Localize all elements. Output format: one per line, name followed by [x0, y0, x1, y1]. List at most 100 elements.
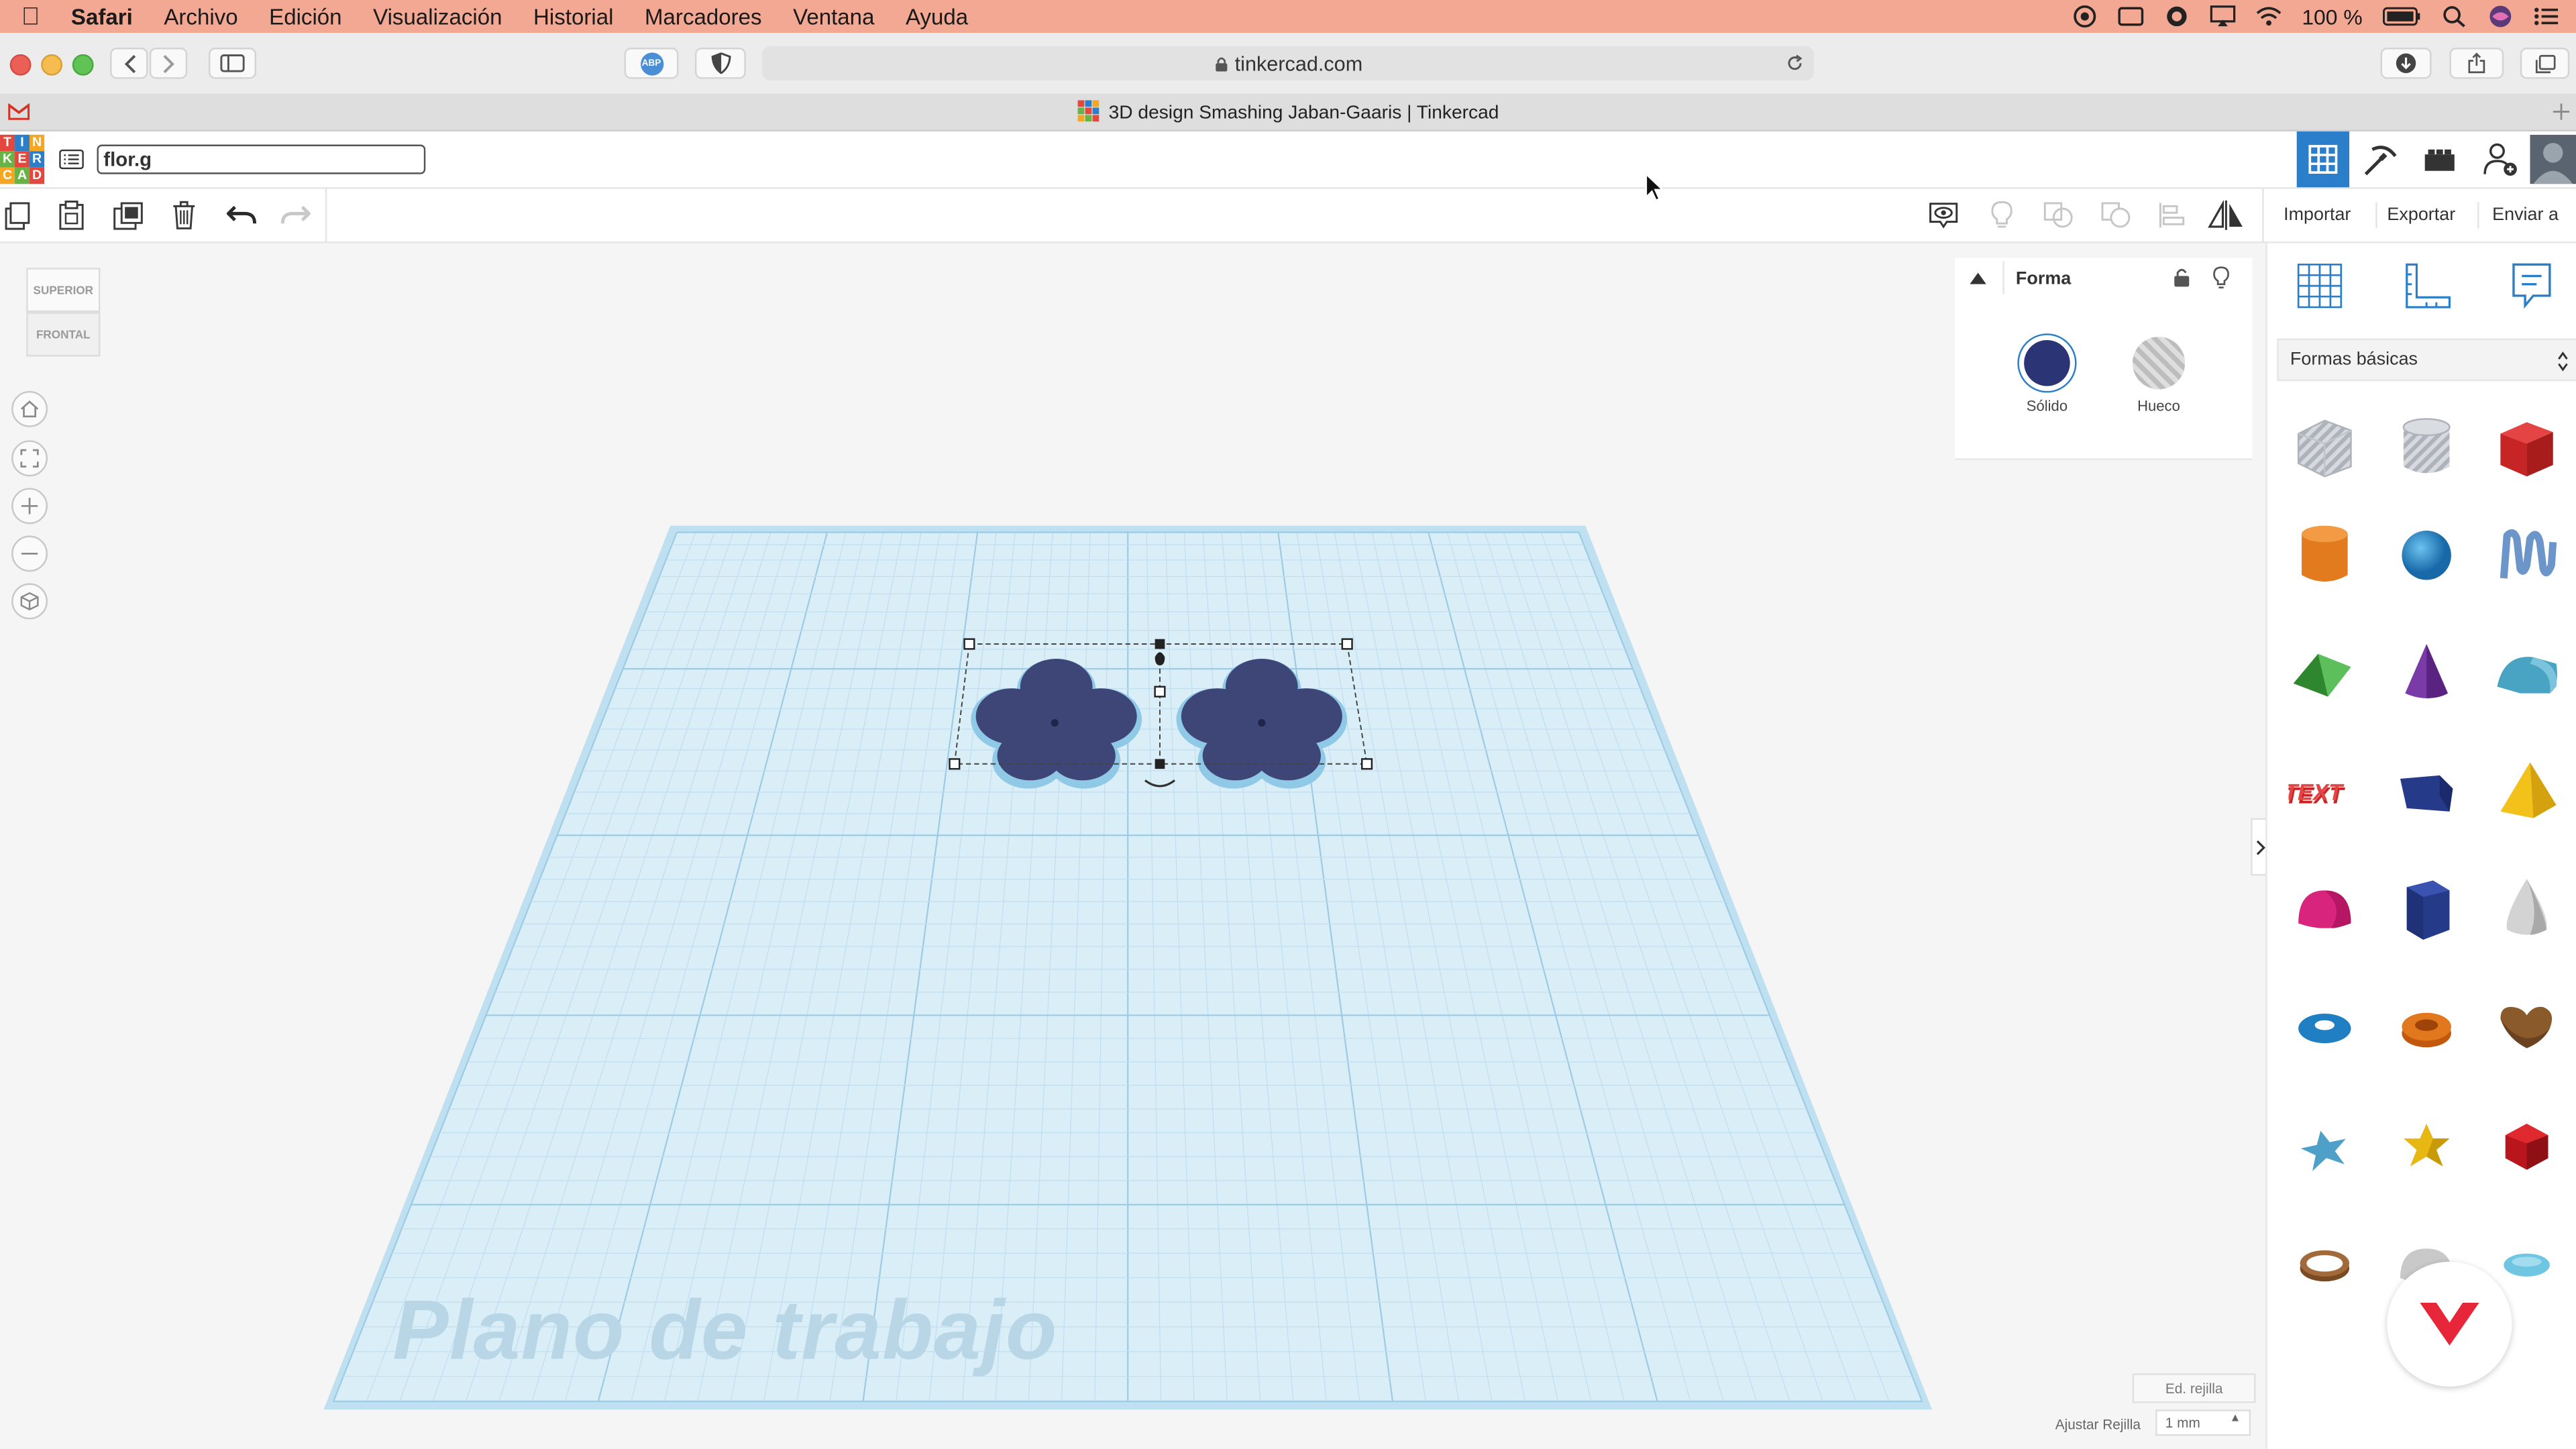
resize-handle[interactable]: [1154, 686, 1166, 698]
3d-view-button[interactable]: [2296, 131, 2350, 188]
align-button[interactable]: [2154, 199, 2190, 231]
menu-app-safari[interactable]: Safari: [71, 4, 133, 29]
height-handle[interactable]: [1155, 652, 1165, 665]
delete-button[interactable]: [166, 199, 202, 231]
tab-overview-button[interactable]: [2520, 48, 2570, 79]
zoom-window-button[interactable]: [72, 54, 94, 76]
shape-wedge[interactable]: [2390, 756, 2463, 828]
resize-handle[interactable]: [1360, 758, 1373, 770]
shape-sphere[interactable]: [2390, 519, 2463, 592]
minimize-window-button[interactable]: [41, 54, 63, 76]
active-tab[interactable]: 3D design Smashing Jaban-Gaaris | Tinker…: [0, 100, 2576, 123]
close-window-button[interactable]: [9, 54, 32, 76]
design-list-button[interactable]: [56, 145, 85, 174]
forward-button[interactable]: [149, 48, 188, 79]
downloads-button[interactable]: [2380, 48, 2432, 79]
visibility-button[interactable]: [2210, 264, 2233, 290]
duplicate-button[interactable]: [110, 199, 146, 231]
shape-icosahedron[interactable]: [2491, 1111, 2563, 1183]
paste-button[interactable]: [52, 199, 89, 231]
shape-ring[interactable]: [2288, 1229, 2361, 1301]
shape-torus[interactable]: [2288, 992, 2361, 1065]
shape-star[interactable]: [2288, 1111, 2361, 1183]
shape-cylinder-hole[interactable]: [2390, 411, 2463, 483]
menu-archivo[interactable]: Archivo: [164, 4, 237, 29]
flower-shape-right[interactable]: [1176, 659, 1348, 789]
shape-tube[interactable]: [2390, 992, 2463, 1065]
battery-icon[interactable]: [2382, 5, 2422, 28]
import-button[interactable]: Importar: [2273, 201, 2361, 230]
privacy-extension-button[interactable]: [694, 48, 746, 79]
menu-historial[interactable]: Historial: [533, 4, 613, 29]
group-button[interactable]: [2041, 199, 2077, 231]
shape-cylinder[interactable]: [2288, 519, 2361, 592]
apple-icon[interactable]: : [21, 3, 40, 31]
control-center-icon[interactable]: [2533, 5, 2559, 28]
undo-button[interactable]: [223, 199, 260, 231]
back-button[interactable]: [110, 48, 148, 79]
workplane-tool-button[interactable]: [2290, 256, 2349, 315]
shape-pyramid[interactable]: [2491, 756, 2563, 828]
address-bar[interactable]: tinkercad.com: [762, 46, 1814, 81]
cloud-app-icon[interactable]: [2164, 5, 2190, 28]
invite-user-button[interactable]: [2474, 131, 2526, 187]
shape-half-sphere[interactable]: [2288, 874, 2361, 947]
shape-text[interactable]: TEXTTEXT: [2288, 756, 2361, 828]
wifi-icon[interactable]: [2256, 5, 2282, 28]
selected-shapes[interactable]: [936, 629, 1388, 826]
shape-round-roof[interactable]: [2491, 637, 2563, 710]
menu-edicion[interactable]: Edición: [269, 4, 341, 29]
user-avatar[interactable]: [2530, 131, 2576, 187]
notes-tool-button[interactable]: [1925, 199, 1962, 231]
collapse-inspector-button[interactable]: [1955, 258, 2001, 297]
menu-marcadores[interactable]: Marcadores: [645, 4, 762, 29]
tinkercad-logo[interactable]: T I N K E R C A D: [0, 134, 45, 184]
solid-option-button[interactable]: [2017, 333, 2077, 393]
sidebar-toggle-button[interactable]: [209, 48, 257, 79]
menu-visualizacion[interactable]: Visualización: [373, 4, 502, 29]
bricks-button[interactable]: [2414, 131, 2466, 187]
share-button[interactable]: [2449, 48, 2504, 79]
mirror-button[interactable]: [2208, 199, 2244, 231]
shape-box[interactable]: [2491, 411, 2563, 483]
shape-box-hole[interactable]: [2288, 411, 2361, 483]
show-all-button[interactable]: [1983, 199, 2019, 231]
workplane-grid[interactable]: [0, 243, 2264, 1449]
snap-grid-select[interactable]: 1 mm ▲: [2155, 1409, 2251, 1436]
airplay-icon[interactable]: [2210, 5, 2236, 28]
export-button[interactable]: Exportar: [2377, 201, 2465, 230]
workspace-viewport[interactable]: SUPERIOR FRONTAL Plano de trabajo Ed. re…: [0, 243, 2264, 1449]
resize-handle[interactable]: [949, 758, 961, 770]
resize-handle[interactable]: [1155, 759, 1165, 769]
display-icon[interactable]: [2118, 5, 2144, 28]
adblock-extension-button[interactable]: ABP: [624, 48, 679, 79]
shape-heart[interactable]: [2491, 992, 2563, 1065]
reload-icon[interactable]: [1786, 54, 1804, 72]
shape-cone[interactable]: [2390, 637, 2463, 710]
notes-button[interactable]: [2502, 256, 2561, 315]
flower-shape-left[interactable]: [971, 659, 1142, 789]
menu-ventana[interactable]: Ventana: [793, 4, 874, 29]
shape-scribble[interactable]: [2491, 519, 2563, 592]
edit-grid-button[interactable]: Ed. rejilla: [2132, 1373, 2256, 1403]
ruler-tool-button[interactable]: [2397, 256, 2456, 315]
send-to-button[interactable]: Enviar a: [2482, 201, 2568, 230]
shape-polygon[interactable]: [2390, 874, 2463, 947]
resize-handle[interactable]: [1155, 639, 1165, 649]
shape-paraboloid[interactable]: [2491, 874, 2563, 947]
lock-button[interactable]: [2170, 264, 2193, 290]
spotlight-search-icon[interactable]: [2441, 5, 2467, 28]
menu-ayuda[interactable]: Ayuda: [906, 4, 968, 29]
hole-option-button[interactable]: [2132, 337, 2186, 390]
shape-star-gold[interactable]: [2390, 1111, 2463, 1183]
creative-cloud-icon[interactable]: [2072, 5, 2098, 28]
siri-icon[interactable]: [2487, 5, 2514, 28]
shape-roof[interactable]: [2288, 637, 2361, 710]
codeblocks-button[interactable]: [2354, 131, 2406, 187]
help-chat-button[interactable]: [2387, 1261, 2512, 1387]
shape-category-select[interactable]: Formas básicas: [2277, 338, 2576, 382]
resize-handle[interactable]: [1341, 638, 1353, 650]
rotate-handle-bottom[interactable]: [1144, 779, 1176, 788]
new-tab-button[interactable]: [2546, 94, 2576, 130]
ungroup-button[interactable]: [2098, 199, 2134, 231]
